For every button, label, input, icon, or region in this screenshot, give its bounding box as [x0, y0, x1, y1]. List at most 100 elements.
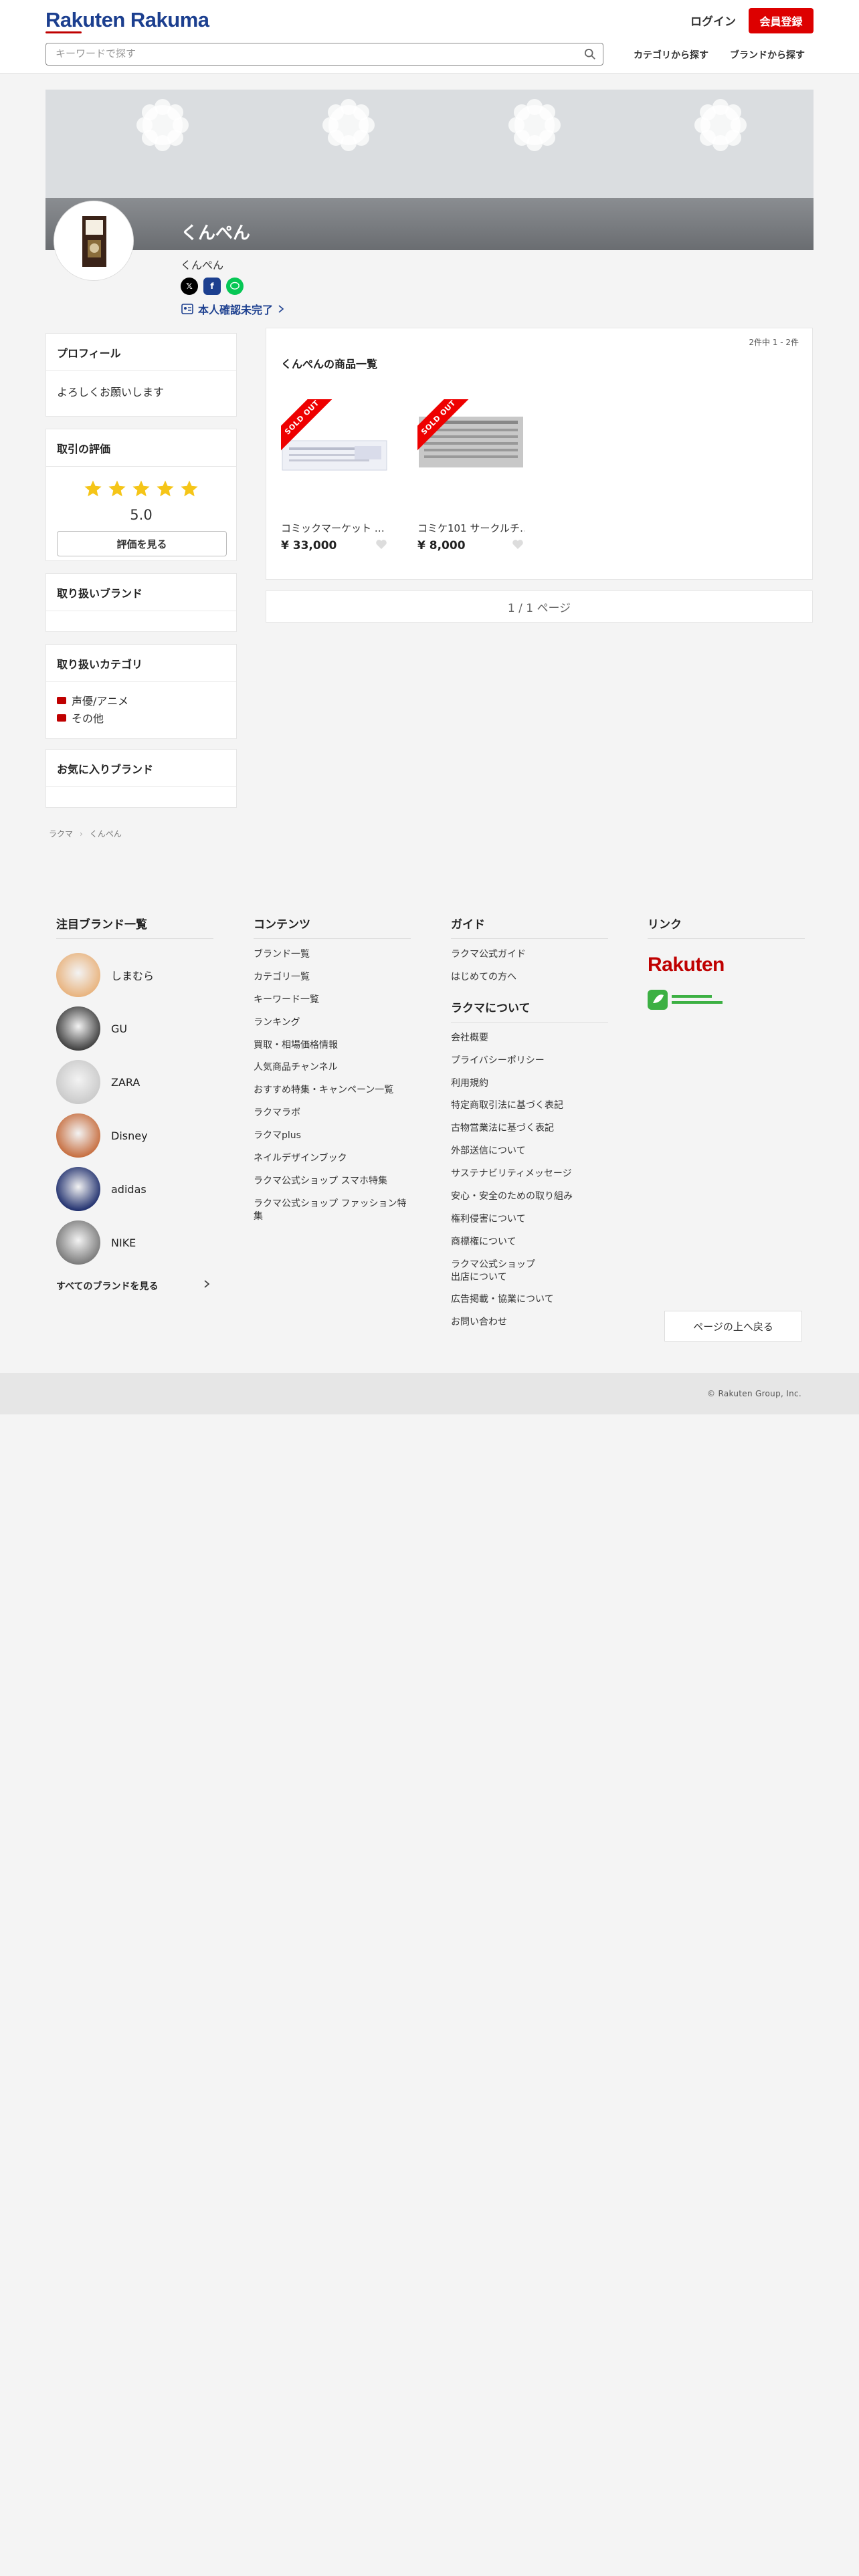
- product-thumbnail[interactable]: SOLD OUT: [417, 399, 524, 506]
- verification-status[interactable]: 本人確認未完了: [181, 301, 285, 317]
- product-name[interactable]: コミックマーケット …: [281, 521, 388, 535]
- rakuten-logo-link[interactable]: Rakuten: [648, 954, 725, 976]
- back-to-top-button[interactable]: ページの上へ戻る: [664, 1311, 802, 1341]
- category-label: 声優/アニメ: [72, 695, 129, 708]
- flower-decoration: [136, 99, 189, 151]
- footer-link[interactable]: 特定商取引法に基づく表記: [451, 1099, 608, 1112]
- breadcrumb: ラクマ › くんぺん: [49, 829, 122, 839]
- product-card[interactable]: SOLD OUT コミックマーケット … ¥ 33,000: [281, 399, 395, 552]
- brand-item[interactable]: adidas: [56, 1162, 213, 1216]
- footer-link[interactable]: サステナビリティメッセージ: [451, 1168, 608, 1180]
- like-heart-icon[interactable]: [511, 538, 524, 551]
- profile-card-text: よろしくお願いします: [57, 386, 165, 399]
- cover-shade: [45, 198, 814, 250]
- footer-contents-column: コンテンツ ブランド一覧 カテゴリ一覧 キーワード一覧 ランキング買取・相場価格情報人…: [254, 915, 411, 1233]
- brand-thumbnail: [56, 1060, 100, 1104]
- footer-brands-title: 注目ブランド一覧: [56, 915, 213, 939]
- footer-link[interactable]: ラクマラボ: [254, 1107, 411, 1119]
- footer-link[interactable]: 買取・相場価格情報: [254, 1039, 411, 1052]
- footer-link[interactable]: 広告掲載・協業について: [451, 1293, 608, 1306]
- footer-link[interactable]: 会社概要: [451, 1032, 608, 1045]
- nav-brand-link[interactable]: ブランドから探す: [730, 48, 805, 62]
- footer-link[interactable]: ラクマ公式ショップ スマホ特集: [254, 1175, 411, 1188]
- brand-thumbnail: [56, 1220, 100, 1265]
- footer-contents-title: コンテンツ: [254, 915, 411, 939]
- star-icon: [108, 480, 126, 497]
- verification-label: 本人確認未完了: [198, 304, 274, 316]
- search-input[interactable]: [56, 43, 577, 64]
- footer-link[interactable]: プライバシーポリシー: [451, 1055, 608, 1067]
- footer-brands-column: 注目ブランド一覧 しまむら GU ZARA Disney adidas NIKE: [56, 915, 213, 1269]
- footer-link[interactable]: 外部送信について: [451, 1145, 608, 1158]
- footer-links-title: リンク: [648, 915, 805, 939]
- x-icon[interactable]: 𝕏: [181, 278, 198, 295]
- product-card[interactable]: SOLD OUT コミケ101 サークルチ… ¥ 8,000: [417, 399, 531, 552]
- brand-name: Disney: [111, 1129, 148, 1142]
- rating-score: 5.0: [130, 507, 153, 523]
- brand-thumbnail: [56, 1167, 100, 1211]
- like-heart-icon[interactable]: [375, 538, 388, 551]
- footer-link[interactable]: お問い合わせ: [451, 1316, 608, 1329]
- footer-link[interactable]: ラクマplus: [254, 1130, 411, 1142]
- footer-link[interactable]: 古物営業法に基づく表記: [451, 1122, 608, 1135]
- footer-link[interactable]: キーワード一覧: [254, 994, 411, 1006]
- fav-brands-card-title: お気に入りブランド: [46, 750, 236, 787]
- register-button[interactable]: 会員登録: [749, 8, 814, 33]
- brand-item[interactable]: NIKE: [56, 1216, 213, 1269]
- footer-about-title: ラクマについて: [451, 998, 608, 1023]
- featured-brand-list: しまむら GU ZARA Disney adidas NIKE: [56, 948, 213, 1269]
- see-all-brands-link[interactable]: すべてのブランドを見る: [56, 1279, 210, 1293]
- category-item[interactable]: その他: [57, 709, 225, 726]
- brand-item[interactable]: しまむら: [56, 948, 213, 1002]
- product-list-title: くんぺんの商品一覧: [281, 358, 378, 370]
- star-icon: [181, 480, 198, 497]
- footer-link[interactable]: ラクマ公式ショップ 出店について: [451, 1259, 608, 1284]
- brand-item[interactable]: Disney: [56, 1109, 213, 1162]
- facebook-icon[interactable]: f: [203, 278, 221, 295]
- eco-badge-icon[interactable]: [648, 988, 725, 1012]
- footer-link[interactable]: 人気商品チャンネル: [254, 1061, 411, 1074]
- about-link-list: 会社概要プライバシーポリシー 利用規約特定商取引法に基づく表記 古物営業法に基づく表…: [451, 1032, 608, 1329]
- footer-link[interactable]: ブランド一覧: [254, 948, 411, 961]
- flower-decoration: [694, 99, 747, 151]
- copyright-bar: © Rakuten Group, Inc.: [0, 1373, 859, 1414]
- star-icon: [157, 480, 174, 497]
- categories-card: 取り扱いカテゴリ 声優/アニメ その他: [45, 644, 237, 739]
- breadcrumb-home[interactable]: ラクマ: [49, 829, 73, 839]
- footer-link[interactable]: カテゴリ一覧: [254, 971, 411, 984]
- footer-link[interactable]: ネイルデザインブック: [254, 1152, 411, 1165]
- category-label: その他: [72, 712, 104, 725]
- brand-item[interactable]: ZARA: [56, 1055, 213, 1109]
- site-header: Rakuten Rakuma ログイン 会員登録 カテゴリから探す ブランドから…: [0, 0, 859, 74]
- footer-link[interactable]: 利用規約: [451, 1077, 608, 1090]
- footer-link[interactable]: おすすめ特集・キャンペーン一覧: [254, 1084, 411, 1097]
- footer-link[interactable]: はじめての方へ: [451, 971, 608, 984]
- login-link[interactable]: ログイン: [690, 12, 736, 29]
- footer-link[interactable]: 権利侵害について: [451, 1213, 608, 1226]
- footer-link[interactable]: ラクマ公式ショップ ファッション特集: [254, 1198, 411, 1223]
- folder-icon: [57, 696, 66, 704]
- line-icon[interactable]: [226, 278, 244, 295]
- rating-card-title: 取引の評価: [46, 429, 236, 467]
- avatar-image: [54, 201, 133, 280]
- brands-card: 取り扱いブランド: [45, 573, 237, 632]
- category-item[interactable]: 声優/アニメ: [57, 691, 225, 709]
- nav-category-link[interactable]: カテゴリから探す: [634, 48, 708, 62]
- brand-item[interactable]: GU: [56, 1002, 213, 1055]
- rating-card: 取引の評価 5.0 評価を見る: [45, 429, 237, 561]
- footer-link[interactable]: 安心・安全のための取り組み: [451, 1190, 608, 1203]
- brand-thumbnail: [56, 1113, 100, 1158]
- brand-name: ZARA: [111, 1075, 140, 1089]
- pagination: 1 / 1 ページ: [266, 591, 813, 623]
- rakuma-logo[interactable]: Rakuten Rakuma: [45, 8, 209, 32]
- footer-link[interactable]: ランキング: [254, 1016, 411, 1029]
- product-thumbnail[interactable]: SOLD OUT: [281, 399, 388, 506]
- result-count: 2件中 1 - 2件: [749, 338, 799, 347]
- search-icon[interactable]: [584, 48, 596, 60]
- see-all-brands-label: すべてのブランドを見る: [56, 1281, 159, 1292]
- view-ratings-button[interactable]: 評価を見る: [57, 531, 227, 556]
- product-name[interactable]: コミケ101 サークルチ…: [417, 521, 524, 535]
- id-card-icon: [181, 304, 193, 314]
- footer-link[interactable]: ラクマ公式ガイド: [451, 948, 608, 961]
- footer-link[interactable]: 商標権について: [451, 1236, 608, 1249]
